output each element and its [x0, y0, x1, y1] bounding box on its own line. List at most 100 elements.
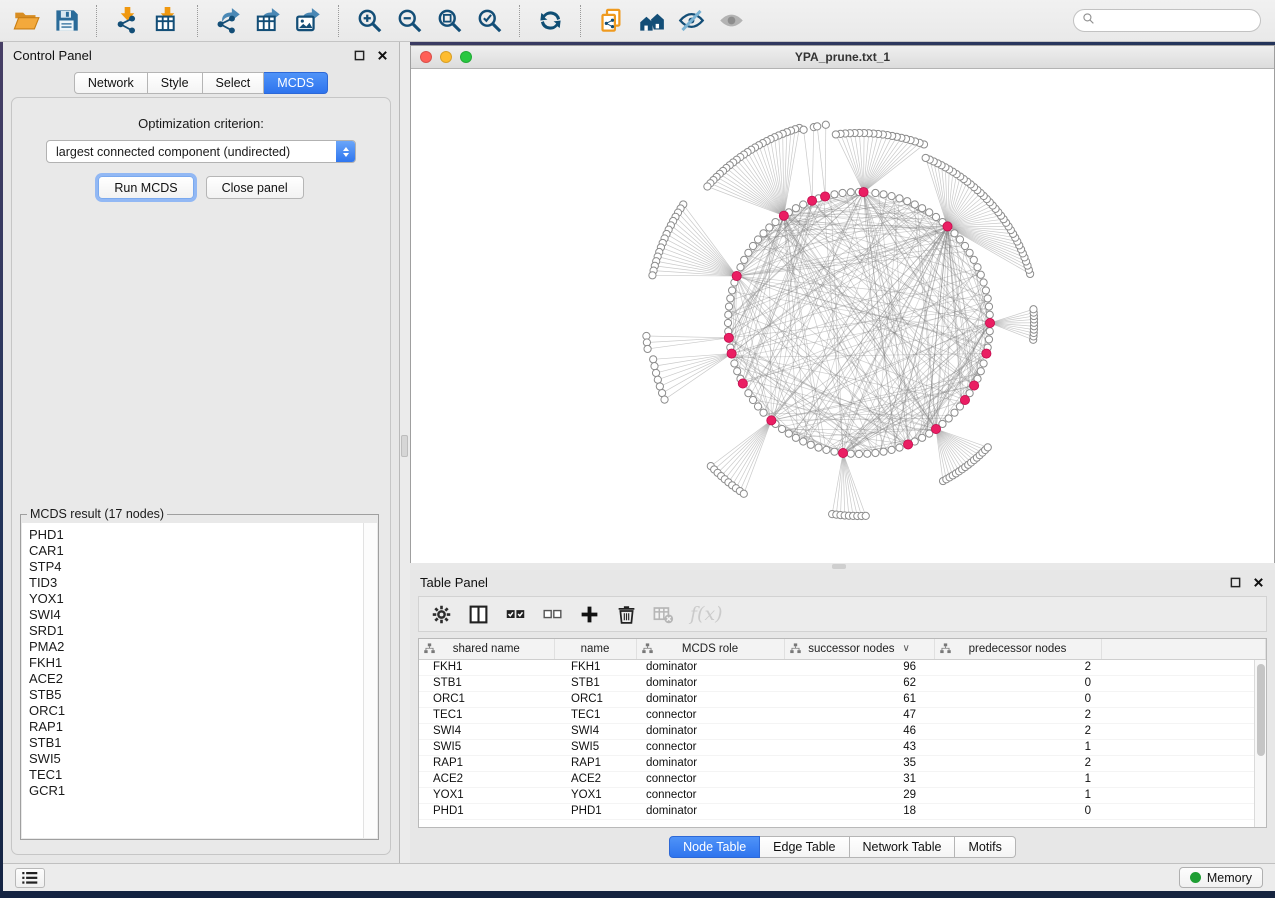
mcds-result-node[interactable]: PMA2	[29, 639, 363, 655]
tab-network-table[interactable]: Network Table	[850, 836, 956, 858]
table-cell[interactable]: 2	[934, 707, 1101, 723]
export-network-button[interactable]	[208, 4, 248, 38]
search-field[interactable]	[1073, 9, 1261, 32]
mcds-result-node[interactable]: STP4	[29, 559, 363, 575]
table-row[interactable]: YOX1YOX1connector291	[419, 787, 1266, 803]
table-cell[interactable]: 61	[784, 691, 934, 707]
zoom-out-button[interactable]	[389, 4, 429, 38]
tab-select[interactable]: Select	[203, 72, 265, 94]
table-cell[interactable]: 1	[934, 771, 1101, 787]
export-image-button[interactable]	[288, 4, 328, 38]
table-row[interactable]: ACE2ACE2connector311	[419, 771, 1266, 787]
table-cell[interactable]: 0	[934, 803, 1101, 819]
table-cell[interactable]: SWI5	[419, 739, 554, 755]
window-minimize-button[interactable]	[440, 51, 452, 63]
delete-column-button[interactable]	[616, 600, 637, 628]
table-cell[interactable]: 35	[784, 755, 934, 771]
table-cell[interactable]: RAP1	[419, 755, 554, 771]
table-cell[interactable]: RAP1	[554, 755, 636, 771]
table-scrollbar-thumb[interactable]	[1257, 664, 1265, 756]
table-row[interactable]: RAP1RAP1dominator352	[419, 755, 1266, 771]
table-cell[interactable]: dominator	[636, 803, 784, 819]
table-cell[interactable]: dominator	[636, 723, 784, 739]
network-window-titlebar[interactable]: YPA_prune.txt_1	[411, 46, 1274, 69]
table-cell[interactable]: connector	[636, 739, 784, 755]
zoom-in-button[interactable]	[349, 4, 389, 38]
table-cell[interactable]: ORC1	[554, 691, 636, 707]
table-row[interactable]: PHD1PHD1dominator180	[419, 803, 1266, 819]
mcds-result-node[interactable]: ORC1	[29, 703, 363, 719]
table-row[interactable]: SWI5SWI5connector431	[419, 739, 1266, 755]
select-all-rows-button[interactable]	[505, 600, 526, 628]
table-cell[interactable]: 31	[784, 771, 934, 787]
mcds-result-node[interactable]: TID3	[29, 575, 363, 591]
show-hidden-button[interactable]	[711, 4, 751, 38]
table-cell[interactable]: SWI4	[419, 723, 554, 739]
table-panel-split-divider[interactable]	[410, 563, 1275, 570]
tab-network[interactable]: Network	[74, 72, 148, 94]
control-panel-close-button[interactable]	[375, 48, 389, 62]
clear-selection-button[interactable]	[542, 600, 563, 628]
search-input[interactable]	[1100, 14, 1252, 28]
table-row[interactable]: ORC1ORC1dominator610	[419, 691, 1266, 707]
table-panel-close-button[interactable]	[1251, 575, 1265, 589]
table-cell[interactable]: 62	[784, 675, 934, 691]
control-panel-split-divider[interactable]	[400, 42, 410, 863]
table-cell[interactable]: 2	[934, 723, 1101, 739]
table-cell[interactable]: dominator	[636, 659, 784, 675]
table-cell[interactable]: SWI4	[554, 723, 636, 739]
table-row[interactable]: FKH1FKH1dominator962	[419, 659, 1266, 675]
table-panel-float-button[interactable]	[1228, 575, 1242, 589]
table-cell[interactable]: ORC1	[419, 691, 554, 707]
table-cell[interactable]: PHD1	[419, 803, 554, 819]
refresh-view-button[interactable]	[530, 4, 570, 38]
run-mcds-button[interactable]: Run MCDS	[98, 176, 193, 199]
add-column-button[interactable]	[579, 600, 600, 628]
mcds-result-node[interactable]: SWI4	[29, 607, 363, 623]
table-cell[interactable]: ACE2	[419, 771, 554, 787]
network-graph[interactable]	[411, 69, 1274, 563]
hide-selected-button[interactable]	[671, 4, 711, 38]
table-cell[interactable]: dominator	[636, 755, 784, 771]
table-row[interactable]: SWI4SWI4dominator462	[419, 723, 1266, 739]
table-cell[interactable]: 0	[934, 691, 1101, 707]
table-cell[interactable]: 1	[934, 739, 1101, 755]
show-all-networks-button[interactable]	[631, 4, 671, 38]
mcds-result-node[interactable]: PHD1	[29, 527, 363, 543]
mcds-result-node[interactable]: YOX1	[29, 591, 363, 607]
mcds-result-node[interactable]: FKH1	[29, 655, 363, 671]
table-row[interactable]: TEC1TEC1connector472	[419, 707, 1266, 723]
delete-table-button[interactable]	[653, 600, 674, 628]
import-table-button[interactable]	[147, 4, 187, 38]
divider-grabber[interactable]	[401, 435, 408, 457]
table-scrollbar[interactable]	[1254, 660, 1266, 827]
criterion-dropdown[interactable]: largest connected component (undirected)	[46, 140, 356, 163]
divider-grabber[interactable]	[832, 564, 846, 569]
mcds-result-node[interactable]: STB1	[29, 735, 363, 751]
table-cell[interactable]: 46	[784, 723, 934, 739]
mcds-result-node[interactable]: STB5	[29, 687, 363, 703]
table-cell[interactable]: YOX1	[419, 787, 554, 803]
table-cell[interactable]: TEC1	[554, 707, 636, 723]
close-panel-button[interactable]: Close panel	[206, 176, 304, 199]
table-cell[interactable]: dominator	[636, 675, 784, 691]
table-cell[interactable]: connector	[636, 707, 784, 723]
task-history-button[interactable]	[15, 868, 45, 888]
mcds-result-node[interactable]: CAR1	[29, 543, 363, 559]
tab-style[interactable]: Style	[148, 72, 203, 94]
column-header-predecessor-nodes[interactable]: predecessor nodes	[934, 639, 1101, 659]
column-header-successor-nodes[interactable]: successor nodes∨	[784, 639, 934, 659]
tab-node-table[interactable]: Node Table	[669, 836, 760, 858]
export-table-button[interactable]	[248, 4, 288, 38]
table-cell[interactable]: TEC1	[419, 707, 554, 723]
table-cell[interactable]: FKH1	[419, 659, 554, 675]
save-session-button[interactable]	[46, 4, 86, 38]
table-cell[interactable]: 43	[784, 739, 934, 755]
table-cell[interactable]: dominator	[636, 691, 784, 707]
mcds-result-node[interactable]: ACE2	[29, 671, 363, 687]
duplicate-network-button[interactable]	[591, 4, 631, 38]
tab-mcds[interactable]: MCDS	[264, 72, 328, 94]
mcds-result-node[interactable]: RAP1	[29, 719, 363, 735]
zoom-selected-button[interactable]	[469, 4, 509, 38]
table-cell[interactable]: 29	[784, 787, 934, 803]
